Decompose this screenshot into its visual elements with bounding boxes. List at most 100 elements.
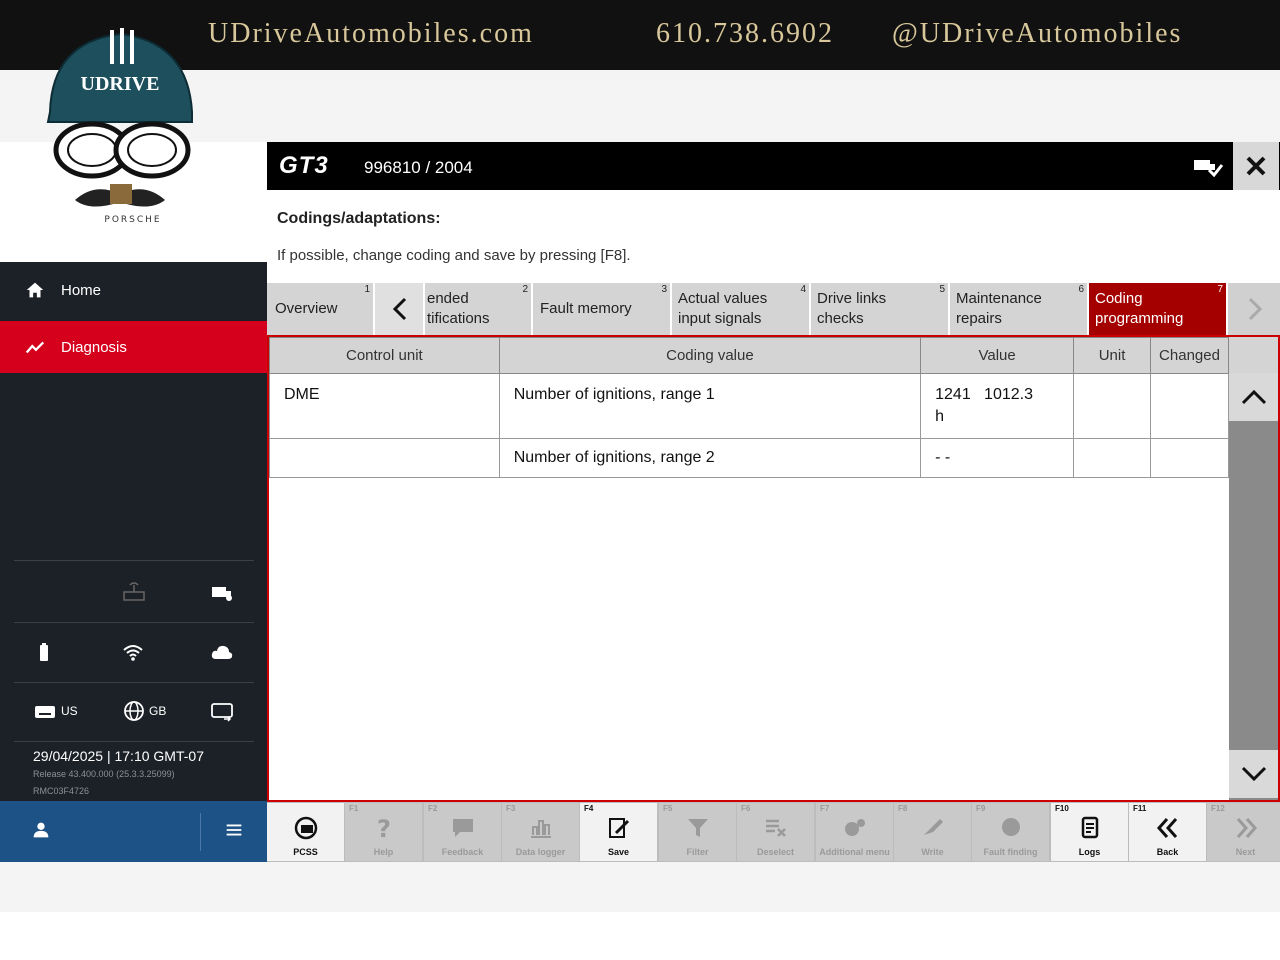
cell-value[interactable]: - -: [920, 438, 1075, 478]
logs-button[interactable]: F10 Logs: [1051, 803, 1128, 861]
column-header-unit[interactable]: Unit: [1073, 337, 1151, 374]
tab-maintenance[interactable]: Maintenance repairs 6: [950, 283, 1089, 335]
sidebar-divider: [14, 741, 254, 742]
tab-number: 2: [522, 284, 528, 295]
tab-label: ended tifications: [427, 290, 490, 327]
svg-text:?: ?: [377, 815, 391, 841]
wifi-icon: [123, 645, 143, 661]
column-header-value[interactable]: Value: [920, 337, 1075, 374]
write-icon: [924, 819, 943, 835]
nav-diagnosis[interactable]: Diagnosis: [0, 321, 267, 373]
tab-coding-programming[interactable]: Coding programming 7: [1089, 283, 1228, 335]
function-label: Save: [607, 847, 630, 857]
cell-coding-value: Number of ignitions, range 2: [498, 438, 922, 478]
battery-icon: [40, 643, 48, 661]
column-header-control-unit[interactable]: Control unit: [269, 337, 500, 374]
feedback-button[interactable]: F2 Feedback: [424, 803, 501, 861]
fault-finding-icon: [1002, 818, 1020, 836]
menu-icon[interactable]: [223, 819, 245, 841]
function-label: Back: [1156, 847, 1179, 857]
chevron-down-icon: [1241, 766, 1266, 782]
region-code[interactable]: GB: [149, 704, 166, 718]
tab-label: Overview: [275, 300, 338, 317]
help-button[interactable]: F1? Help: [345, 803, 422, 861]
function-label: PCSS: [293, 847, 318, 857]
additional-menu-button[interactable]: F7 Additional menu: [816, 803, 893, 861]
function-key: F3: [506, 804, 516, 813]
tab-extended-identifications[interactable]: ended tifications 2: [425, 283, 533, 335]
column-header-changed[interactable]: Changed: [1149, 337, 1230, 374]
back-icon: [1156, 818, 1178, 838]
function-key: F10: [1055, 804, 1069, 813]
function-key: F1: [349, 804, 359, 813]
main-content: Codings/adaptations: If possible, change…: [267, 190, 1280, 802]
function-label: Fault finding: [983, 847, 1038, 857]
save-button[interactable]: F4 Save: [580, 803, 657, 861]
data-logger-button[interactable]: F3 Data logger: [502, 803, 579, 861]
tab-actual-values[interactable]: Actual values input signals 4: [672, 283, 811, 335]
pcss-button[interactable]: PCSS: [267, 803, 344, 861]
user-bar: [0, 801, 267, 862]
vehicle-connection-icon: [212, 587, 232, 601]
scroll-down-button[interactable]: [1229, 750, 1278, 798]
column-header-coding-value[interactable]: Coding value: [498, 337, 922, 374]
keyboard-settings-icon[interactable]: [210, 700, 234, 722]
page-hint: If possible, change coding and save by p…: [277, 247, 631, 264]
function-label: Help: [373, 847, 394, 857]
function-key: F4: [584, 804, 594, 813]
cell-control-unit: DME: [269, 373, 500, 439]
datetime: 29/04/2025 | 17:10 GMT-07: [33, 748, 204, 764]
function-label: Feedback: [441, 847, 484, 857]
dealer-phone: 610.738.6902: [656, 18, 834, 49]
cell-unit: [1073, 373, 1151, 439]
sidebar: Home Diagnosis US GB 29/04/2025 | 17:10 …: [0, 262, 267, 862]
filter-button[interactable]: F5 Filter: [659, 803, 736, 861]
coding-table-panel: Control unit Coding value Value Unit Cha…: [267, 335, 1280, 802]
deselect-icon: [766, 819, 786, 837]
logo-brand-text: PORSCHE: [104, 215, 161, 225]
sidebar-divider: [14, 682, 254, 683]
cell-value[interactable]: 1241 1012.3 h: [920, 373, 1075, 439]
deselect-button[interactable]: F6 Deselect: [737, 803, 814, 861]
tab-fault-memory[interactable]: Fault memory 3: [533, 283, 672, 335]
vehicle-header: GT3 996810 / 2004: [267, 142, 1280, 190]
next-button[interactable]: F12 Next: [1207, 803, 1280, 861]
function-key: F12: [1211, 804, 1225, 813]
scroll-up-button[interactable]: [1229, 373, 1278, 421]
function-key: F11: [1133, 804, 1147, 813]
function-key: F8: [898, 804, 908, 813]
page-title: Codings/adaptations:: [277, 210, 441, 227]
tab-drive-links[interactable]: Drive links checks 5: [811, 283, 950, 335]
table-header-row: Control unit Coding value Value Unit Cha…: [269, 337, 1230, 374]
tab-scroll-left-button[interactable]: [375, 283, 425, 335]
tab-bar: Overview 1 ended tifications 2 Fault mem…: [267, 283, 1280, 335]
filter-icon: [688, 819, 708, 837]
tab-overview[interactable]: Overview 1: [267, 283, 375, 335]
cloud-icon: [211, 645, 233, 659]
chevron-up-icon: [1241, 389, 1266, 405]
table-scrollbar[interactable]: [1229, 337, 1278, 800]
function-toolbar: PCSS F1? Help F2 Feedback F3 Data logger F4 Save…: [267, 802, 1280, 862]
user-icon[interactable]: [30, 819, 52, 841]
nav-home[interactable]: Home: [0, 264, 267, 316]
close-button[interactable]: [1233, 142, 1279, 190]
tab-scroll-right-button[interactable]: [1228, 283, 1280, 335]
chevron-left-icon: [392, 297, 407, 321]
fault-finding-button[interactable]: F9 Fault finding: [972, 803, 1049, 861]
tab-label: Maintenance repairs: [956, 290, 1042, 327]
back-button[interactable]: F11 Back: [1129, 803, 1206, 861]
vehicle-status-button[interactable]: [1185, 142, 1231, 190]
table-row[interactable]: DME Number of ignitions, range 1 1241 10…: [269, 373, 1230, 439]
pcss-icon: [294, 816, 318, 840]
keyboard-language[interactable]: US: [61, 704, 78, 718]
nav-diagnosis-label: Diagnosis: [61, 338, 127, 356]
logo-cap-text: UDRIVE: [81, 73, 160, 95]
device-id: RMC03F4726: [33, 786, 90, 796]
write-button[interactable]: F8 Write: [894, 803, 971, 861]
function-label: Data logger: [515, 847, 566, 857]
table-row[interactable]: Number of ignitions, range 2 - -: [269, 438, 1230, 478]
function-key: F6: [741, 804, 751, 813]
function-key: F5: [663, 804, 673, 813]
cell-changed: [1149, 438, 1230, 478]
close-icon: [1246, 156, 1266, 176]
